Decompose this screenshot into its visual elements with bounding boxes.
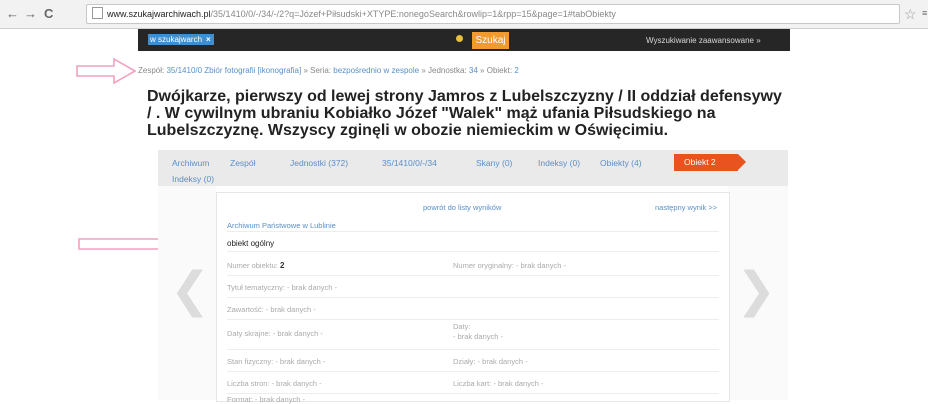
tab-zespol[interactable]: Zespół: [230, 158, 256, 168]
field-numer-oryginalny: Numer oryginalny: - brak danych -: [453, 261, 566, 270]
field-liczba-kart: Liczba kart: - brak danych -: [453, 379, 544, 388]
record-type: obiekt ogólny: [227, 239, 275, 248]
next-result-link[interactable]: następny wynik >>: [655, 203, 717, 212]
forward-button[interactable]: →: [24, 6, 37, 21]
breadcrumb-label: » Obiekt:: [477, 66, 513, 75]
url-domain: www.szukajwarchiwach.pl: [107, 9, 211, 19]
back-to-results-link[interactable]: powrót do listy wyników: [423, 203, 501, 212]
page-title: Dwójkarze, pierwszy od lewej strony Jamr…: [147, 88, 782, 139]
back-button[interactable]: ←: [6, 6, 19, 21]
breadcrumb-unit-link[interactable]: 34: [469, 66, 478, 75]
field-liczba-stron: Liczba stron: - brak danych -: [227, 379, 322, 388]
tab-indeksy[interactable]: Indeksy (0): [538, 158, 580, 168]
record-row: Liczba stron: - brak danych - Liczba kar…: [227, 373, 719, 394]
tab-indeksy-2[interactable]: Indeksy (0): [172, 174, 214, 184]
breadcrumb-object-link[interactable]: 2: [514, 66, 518, 75]
field-zawartosc: Zawartość: - brak danych -: [227, 305, 316, 314]
record-card: powrót do listy wyników następny wynik >…: [216, 192, 730, 404]
breadcrumb-fonds-link[interactable]: 35/1410/0 Zbiór fotografii [ikonografia]: [166, 66, 301, 75]
pointer-arrow-icon: [76, 58, 136, 84]
field-value: 2: [279, 261, 285, 270]
page-icon: [92, 7, 103, 19]
tab-skany[interactable]: Skany (0): [476, 158, 512, 168]
reload-button[interactable]: C: [44, 6, 53, 21]
status-dot-icon: [456, 35, 463, 42]
record-row: Numer obiektu: 2 Numer oryginalny: - bra…: [227, 253, 719, 276]
archive-link[interactable]: Archiwum Państwowe w Lublinie: [227, 221, 336, 230]
record-row: Daty skrajne: - brak danych - Daty: - br…: [227, 321, 719, 350]
tab-sygnatura[interactable]: 35/1410/0/-/34: [382, 158, 437, 168]
field-tytul: Tytuł tematyczny: - brak danych -: [227, 283, 338, 292]
field-daty-skrajne: Daty skrajne: - brak danych -: [227, 329, 323, 338]
tab-archiwum[interactable]: Archiwum: [172, 158, 209, 168]
menu-icon[interactable]: ≡: [922, 8, 927, 18]
next-chevron-icon[interactable]: ❯: [736, 262, 776, 318]
field-numer: Numer obiektu: 2: [227, 261, 284, 270]
breadcrumb-label: Zespół:: [138, 66, 165, 75]
field-daty-value: - brak danych -: [453, 332, 504, 341]
chip-close-icon[interactable]: ×: [206, 35, 211, 44]
record-row: Format: - brak danych -: [227, 395, 719, 404]
advanced-search-link[interactable]: Wyszukiwanie zaawansowane »: [646, 36, 761, 45]
field-stan-fizyczny: Stan fizyczny: - brak danych -: [227, 357, 326, 366]
record-row: Tytuł tematyczny: - brak danych -: [227, 277, 719, 298]
search-query-chip[interactable]: w szukajwarch ×: [148, 34, 214, 45]
breadcrumb-series-link[interactable]: bezpośrednio w zespole: [333, 66, 419, 75]
record-row: Archiwum Państwowe w Lublinie: [227, 215, 719, 232]
breadcrumb-label: » Seria:: [301, 66, 332, 75]
field-label: Numer obiektu:: [227, 261, 278, 270]
tab-jednostki[interactable]: Jednostki (372): [290, 158, 348, 168]
field-dzialy: Działy: - brak danych -: [453, 357, 528, 366]
tab-bar: Archiwum Zespół Jednostki (372) 35/1410/…: [158, 150, 788, 186]
browser-toolbar: ← → C www.szukajwarchiwach.pl/35/1410/0/…: [0, 0, 928, 29]
record-row: obiekt ogólny: [227, 233, 719, 252]
prev-chevron-icon[interactable]: ❮: [170, 262, 210, 318]
tab-obiekt-active[interactable]: Obiekt 2: [674, 154, 746, 171]
breadcrumb: Zespół: 35/1410/0 Zbiór fotografii [ikon…: [138, 66, 519, 75]
search-button[interactable]: Szukaj: [472, 32, 509, 49]
url-path: /35/1410/0/-/34/-/2?q=Józef+Piłsudski+XT…: [210, 9, 616, 19]
record-row: Zawartość: - brak danych -: [227, 299, 719, 320]
record-row: Stan fizyczny: - brak danych - Działy: -…: [227, 351, 719, 372]
field-daty-label: Daty:: [453, 322, 471, 331]
address-bar[interactable]: www.szukajwarchiwach.pl/35/1410/0/-/34/-…: [86, 4, 900, 24]
search-chip-label: w szukajwarch: [150, 35, 203, 44]
site-header: w szukajwarch × Szukaj Wyszukiwanie zaawa…: [138, 29, 790, 51]
star-icon[interactable]: ☆: [904, 6, 917, 23]
tab-obiekty[interactable]: Obiekty (4): [600, 158, 642, 168]
breadcrumb-label: » Jednostka:: [419, 66, 467, 75]
